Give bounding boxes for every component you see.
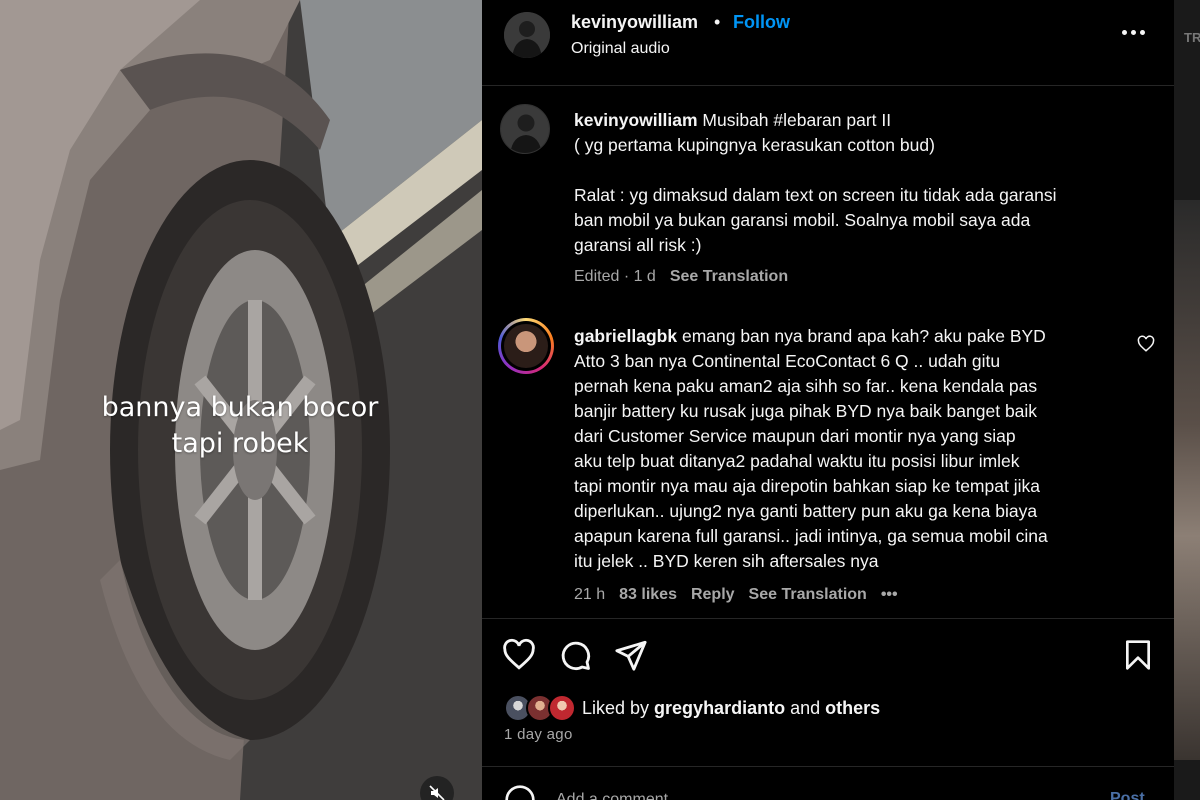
avatar-image: [504, 12, 550, 58]
liked-by-middle: and: [785, 697, 826, 718]
comment-input[interactable]: Add a comment…: [556, 791, 684, 800]
author-username[interactable]: kevinyowilliam: [571, 12, 698, 33]
edge-text: TR: [1184, 30, 1200, 45]
emoji-icon[interactable]: [504, 784, 536, 800]
liked-by-prefix: Liked by: [582, 697, 655, 718]
video-overlay-text: bannya bukan bocor tapi robek: [60, 390, 420, 462]
next-post-preview[interactable]: TR: [1174, 0, 1200, 800]
liked-by-text: Liked by gregyhardianto and others: [582, 698, 880, 719]
speaker-muted-icon: [429, 785, 445, 800]
reply-button[interactable]: Reply: [691, 586, 735, 604]
caption-text: kevinyowilliam Musibah #lebaran part II …: [574, 108, 1056, 258]
edited-label: Edited · 1 d: [574, 268, 656, 285]
liked-by-user[interactable]: gregyhardianto: [654, 698, 785, 718]
caption-username[interactable]: kevinyowilliam: [574, 110, 698, 130]
liker-avatar-3: [548, 694, 576, 722]
audio-label[interactable]: Original audio: [571, 40, 670, 58]
caption-see-translation-link[interactable]: See Translation: [670, 268, 788, 286]
comment-body: emang ban nya brand apa kah? aku pake BY…: [574, 326, 1048, 571]
divider: [482, 618, 1174, 619]
comment-time: 21 h: [574, 586, 606, 603]
liked-by-others[interactable]: others: [825, 698, 880, 718]
comment-icon[interactable]: [558, 638, 592, 672]
action-bar: [482, 634, 1174, 678]
liker-avatars[interactable]: [504, 693, 578, 723]
commenter-avatar: [504, 324, 548, 368]
commenter-avatar-ring[interactable]: [498, 318, 554, 374]
follow-button[interactable]: Follow: [733, 12, 790, 33]
comment-heart-icon[interactable]: [1137, 335, 1155, 353]
edge-image: [1174, 200, 1200, 760]
post-timestamp[interactable]: 1 day ago: [504, 726, 573, 743]
like-heart-icon[interactable]: [502, 638, 536, 672]
caption-avatar[interactable]: [500, 104, 550, 154]
post-header: kevinyowilliam • Follow Original audio: [482, 0, 1174, 86]
divider: [482, 766, 1174, 767]
caption-meta: Edited · 1 d See Translation: [574, 268, 788, 286]
caption-body: Musibah #lebaran part II ( yg pertama ku…: [574, 110, 1057, 255]
post-comment-button[interactable]: Post: [1110, 790, 1145, 800]
comment-meta: 21 h 83 likes Reply See Translation •••: [574, 586, 898, 604]
comment-more-icon[interactable]: •••: [881, 586, 898, 604]
overlay-line-1: bannya bukan bocor: [101, 392, 379, 423]
post-details-panel: kevinyowilliam • Follow Original audio k…: [482, 0, 1174, 800]
comment-likes[interactable]: 83 likes: [619, 586, 677, 604]
comment-see-translation-link[interactable]: See Translation: [749, 586, 867, 604]
more-options-icon[interactable]: [1122, 22, 1152, 42]
liked-by-row: Liked by gregyhardianto and others: [504, 692, 880, 724]
avatar-image: [501, 105, 549, 153]
add-comment-row: Add a comment…: [504, 785, 684, 800]
overlay-line-2: tapi robek: [171, 428, 309, 459]
post-video[interactable]: bannya bukan bocor tapi robek: [0, 0, 482, 800]
author-avatar[interactable]: [504, 12, 550, 58]
bookmark-icon[interactable]: [1122, 638, 1154, 672]
separator-dot: •: [714, 12, 721, 32]
commenter-username[interactable]: gabriellagbk: [574, 326, 677, 346]
share-send-icon[interactable]: [614, 638, 648, 672]
comment-text: gabriellagbk emang ban nya brand apa kah…: [574, 324, 1048, 574]
